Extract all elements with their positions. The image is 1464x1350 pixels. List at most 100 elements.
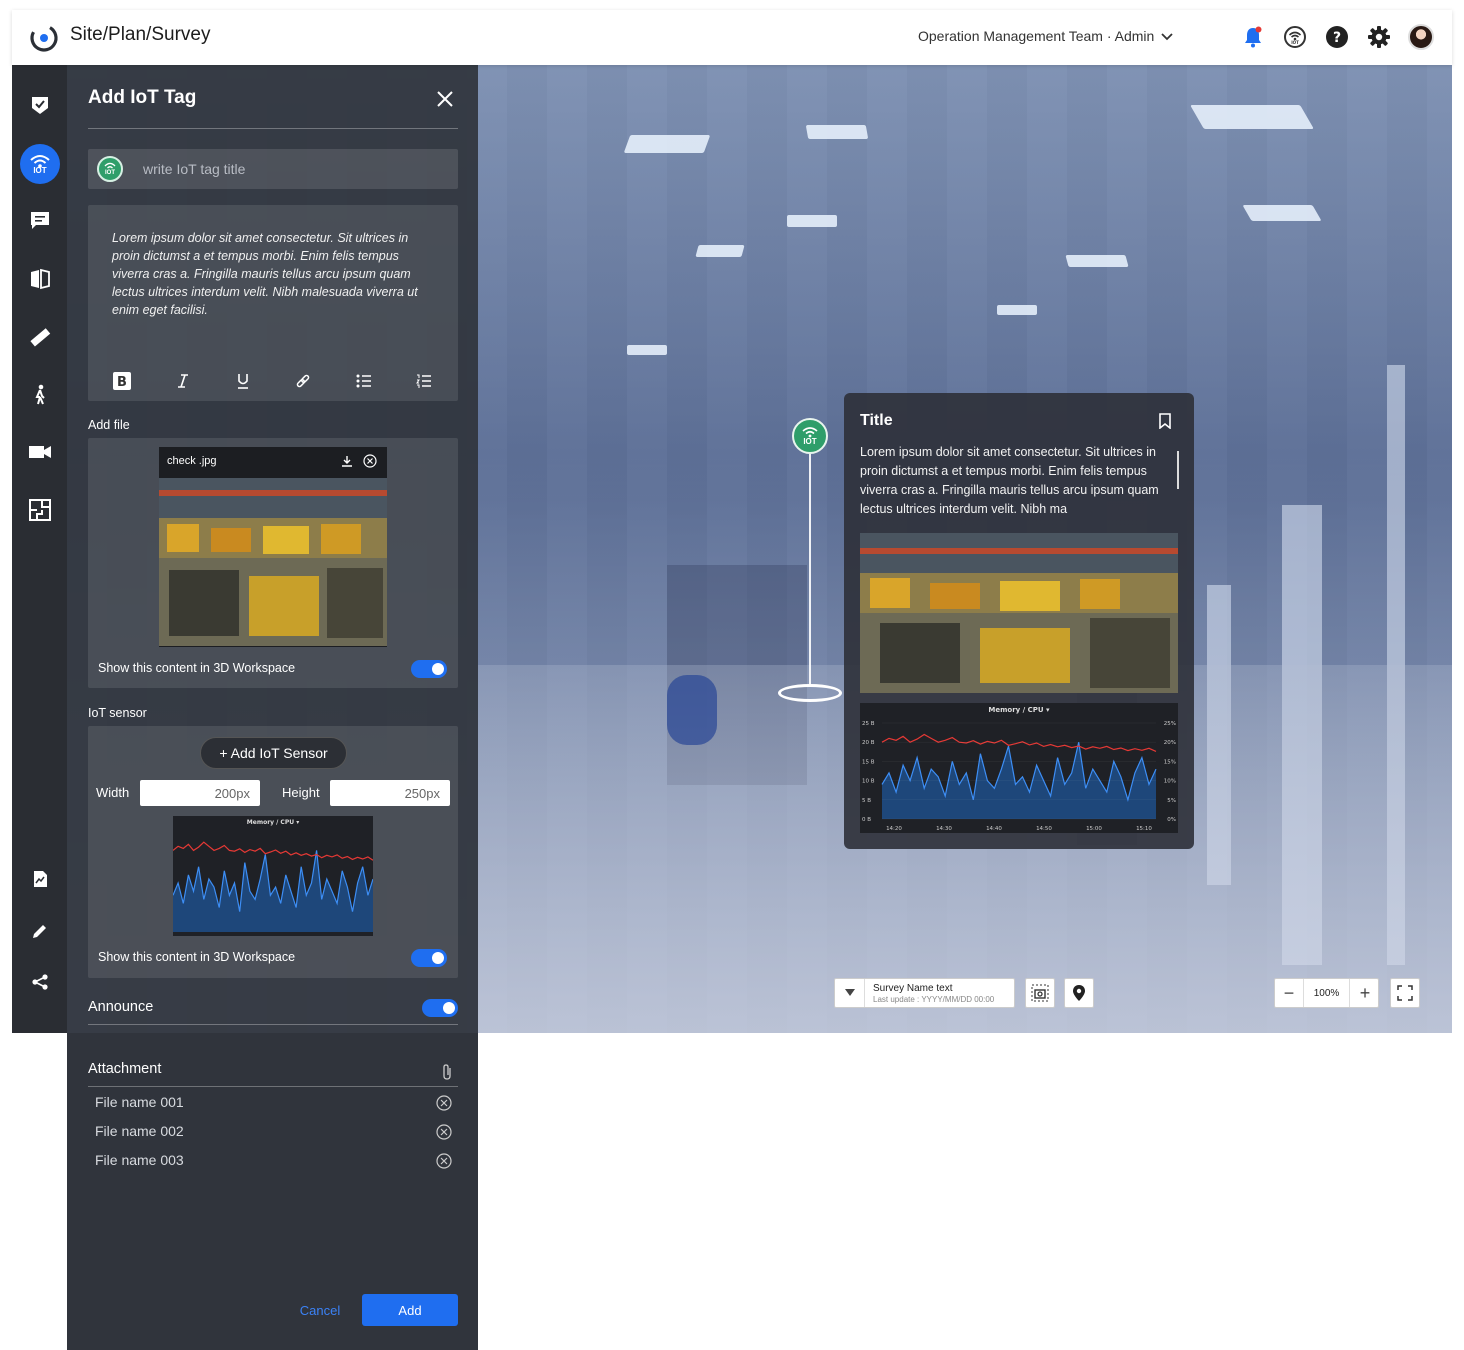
show-sensor-3d-toggle[interactable] <box>411 949 447 967</box>
show-file-3d-toggle[interactable] <box>411 660 447 678</box>
team-selector[interactable]: Operation Management Team · Admin <box>918 28 1174 44</box>
attachment-item[interactable]: File name 003 <box>95 1152 184 1168</box>
y-tick-right: 5% <box>1167 798 1176 804</box>
iot-sensor-area: + Add IoT Sensor Width Height Memory / C… <box>88 726 458 978</box>
share-icon <box>32 974 48 990</box>
iot-tag-popup: Title Lorem ipsum dolor sit amet consect… <box>844 393 1194 849</box>
y-tick-right: 25% <box>1164 721 1176 727</box>
remove-file-icon[interactable] <box>363 454 377 468</box>
map-pin-icon <box>1073 985 1085 1001</box>
rail-compare-tool[interactable] <box>26 265 54 293</box>
location-button[interactable] <box>1064 978 1094 1008</box>
tool-rail: IOT <box>12 65 67 1033</box>
rail-report-tool[interactable] <box>26 865 54 893</box>
tag-anchor-ring <box>778 684 842 702</box>
shield-check-icon <box>32 97 48 114</box>
attachment-item[interactable]: File name 001 <box>95 1094 184 1110</box>
pencil-icon <box>33 925 46 938</box>
add-iot-tag-panel: Add IoT Tag IOT Lorem ipsum dolor sit am… <box>67 65 478 1350</box>
cancel-button[interactable]: Cancel <box>290 1294 350 1326</box>
iot-tag-marker[interactable]: IOT <box>792 418 828 454</box>
zoom-out-button[interactable]: − <box>1275 979 1303 1007</box>
italic-button[interactable] <box>173 371 193 391</box>
app-logo-icon[interactable] <box>28 22 60 54</box>
survey-name: Survey Name text <box>873 983 953 994</box>
popup-scrollbar[interactable] <box>1177 451 1179 489</box>
rail-floorplan-tool[interactable] <box>26 496 54 524</box>
fullscreen-button[interactable] <box>1390 978 1420 1008</box>
rail-walk-tool[interactable] <box>26 381 54 409</box>
x-tick: 14:40 <box>986 826 1002 832</box>
memory-series-line <box>173 841 373 861</box>
y-tick-left: 20 B <box>862 740 875 746</box>
factory-photo <box>860 533 1178 693</box>
italic-icon <box>178 374 188 388</box>
remove-attachment-icon[interactable] <box>436 1153 452 1169</box>
iot-marker-label: IOT <box>803 437 817 446</box>
link-icon <box>296 374 310 388</box>
link-button[interactable] <box>293 371 313 391</box>
walking-person-icon <box>35 384 45 405</box>
x-tick: 14:20 <box>886 826 902 832</box>
attachment-item[interactable]: File name 002 <box>95 1123 184 1139</box>
file-upload-area[interactable]: check .jpg Show this content in 3D Works… <box>88 438 458 688</box>
zoom-in-button[interactable]: + <box>1351 979 1379 1007</box>
download-icon[interactable] <box>341 455 353 467</box>
underline-button[interactable] <box>233 371 253 391</box>
survey-dropdown-button[interactable] <box>835 979 865 1007</box>
camera-capture-icon <box>1031 984 1049 1002</box>
bullet-list-button[interactable] <box>354 371 374 391</box>
rail-iot-tool[interactable]: IOT <box>20 144 60 184</box>
width-input[interactable] <box>140 780 260 806</box>
chart-title: Memory / CPU ▾ <box>988 706 1050 714</box>
capture-button[interactable] <box>1025 978 1055 1008</box>
comment-icon <box>31 212 49 229</box>
close-icon[interactable] <box>435 89 455 109</box>
video-camera-icon <box>29 446 51 458</box>
numbered-list-button[interactable] <box>414 371 434 391</box>
paperclip-icon[interactable] <box>441 1063 453 1081</box>
announce-toggle[interactable] <box>422 999 458 1017</box>
panel-title: Add IoT Tag <box>88 87 197 108</box>
add-iot-sensor-button[interactable]: + Add IoT Sensor <box>200 737 347 769</box>
y-tick-left: 15 B <box>862 759 875 765</box>
remove-attachment-icon[interactable] <box>436 1124 452 1140</box>
height-input[interactable] <box>330 780 450 806</box>
survey-selector[interactable]: Survey Name text Last update : YYYY/MM/D… <box>834 978 1015 1008</box>
zoom-control: − 100% + <box>1274 978 1379 1008</box>
notification-bell-icon[interactable] <box>1241 25 1265 49</box>
memory-cpu-chart-preview: Memory / CPU ▾ <box>173 816 373 936</box>
show-sensor-3d-label: Show this content in 3D Workspace <box>98 950 296 964</box>
popup-description: Lorem ipsum dolor sit amet consectetur. … <box>860 445 1159 516</box>
bullet-list-icon <box>356 374 371 388</box>
popup-title: Title <box>860 412 893 429</box>
bold-icon: B <box>113 372 131 390</box>
description-editor[interactable]: Lorem ipsum dolor sit amet consectetur. … <box>88 205 458 401</box>
user-avatar[interactable] <box>1408 24 1434 50</box>
memory-series-line <box>881 733 1157 752</box>
add-button[interactable]: Add <box>362 1294 458 1326</box>
announce-label: Announce <box>88 999 154 1015</box>
settings-gear-icon[interactable] <box>1367 25 1391 49</box>
divider <box>88 1086 458 1087</box>
rail-measure-tool[interactable] <box>26 323 54 351</box>
x-tick: 14:30 <box>936 826 952 832</box>
rail-share-tool[interactable] <box>26 968 54 996</box>
iot-label: IOT <box>33 166 47 175</box>
remove-attachment-icon[interactable] <box>436 1095 452 1111</box>
tag-title-input[interactable] <box>143 157 443 181</box>
show-in-3d-label: Show this content in 3D Workspace <box>98 661 296 675</box>
rail-video-tool[interactable] <box>26 438 54 466</box>
description-text[interactable]: Lorem ipsum dolor sit amet consectetur. … <box>112 229 432 319</box>
rail-comment-tool[interactable] <box>26 206 54 234</box>
bold-button[interactable]: B <box>112 371 132 391</box>
attachment-label: Attachment <box>88 1061 162 1077</box>
iot-sensor-label: IoT sensor <box>88 706 147 720</box>
help-icon[interactable]: ? <box>1325 25 1349 49</box>
y-tick-left: 10 B <box>862 779 875 785</box>
top-bar: Site/Plan/Survey Operation Management Te… <box>12 10 1452 65</box>
rail-check-tool[interactable] <box>26 91 54 119</box>
iot-wifi-icon[interactable]: IOT <box>1283 25 1307 49</box>
bookmark-icon[interactable] <box>1158 413 1172 429</box>
rail-edit-tool[interactable] <box>26 917 54 945</box>
